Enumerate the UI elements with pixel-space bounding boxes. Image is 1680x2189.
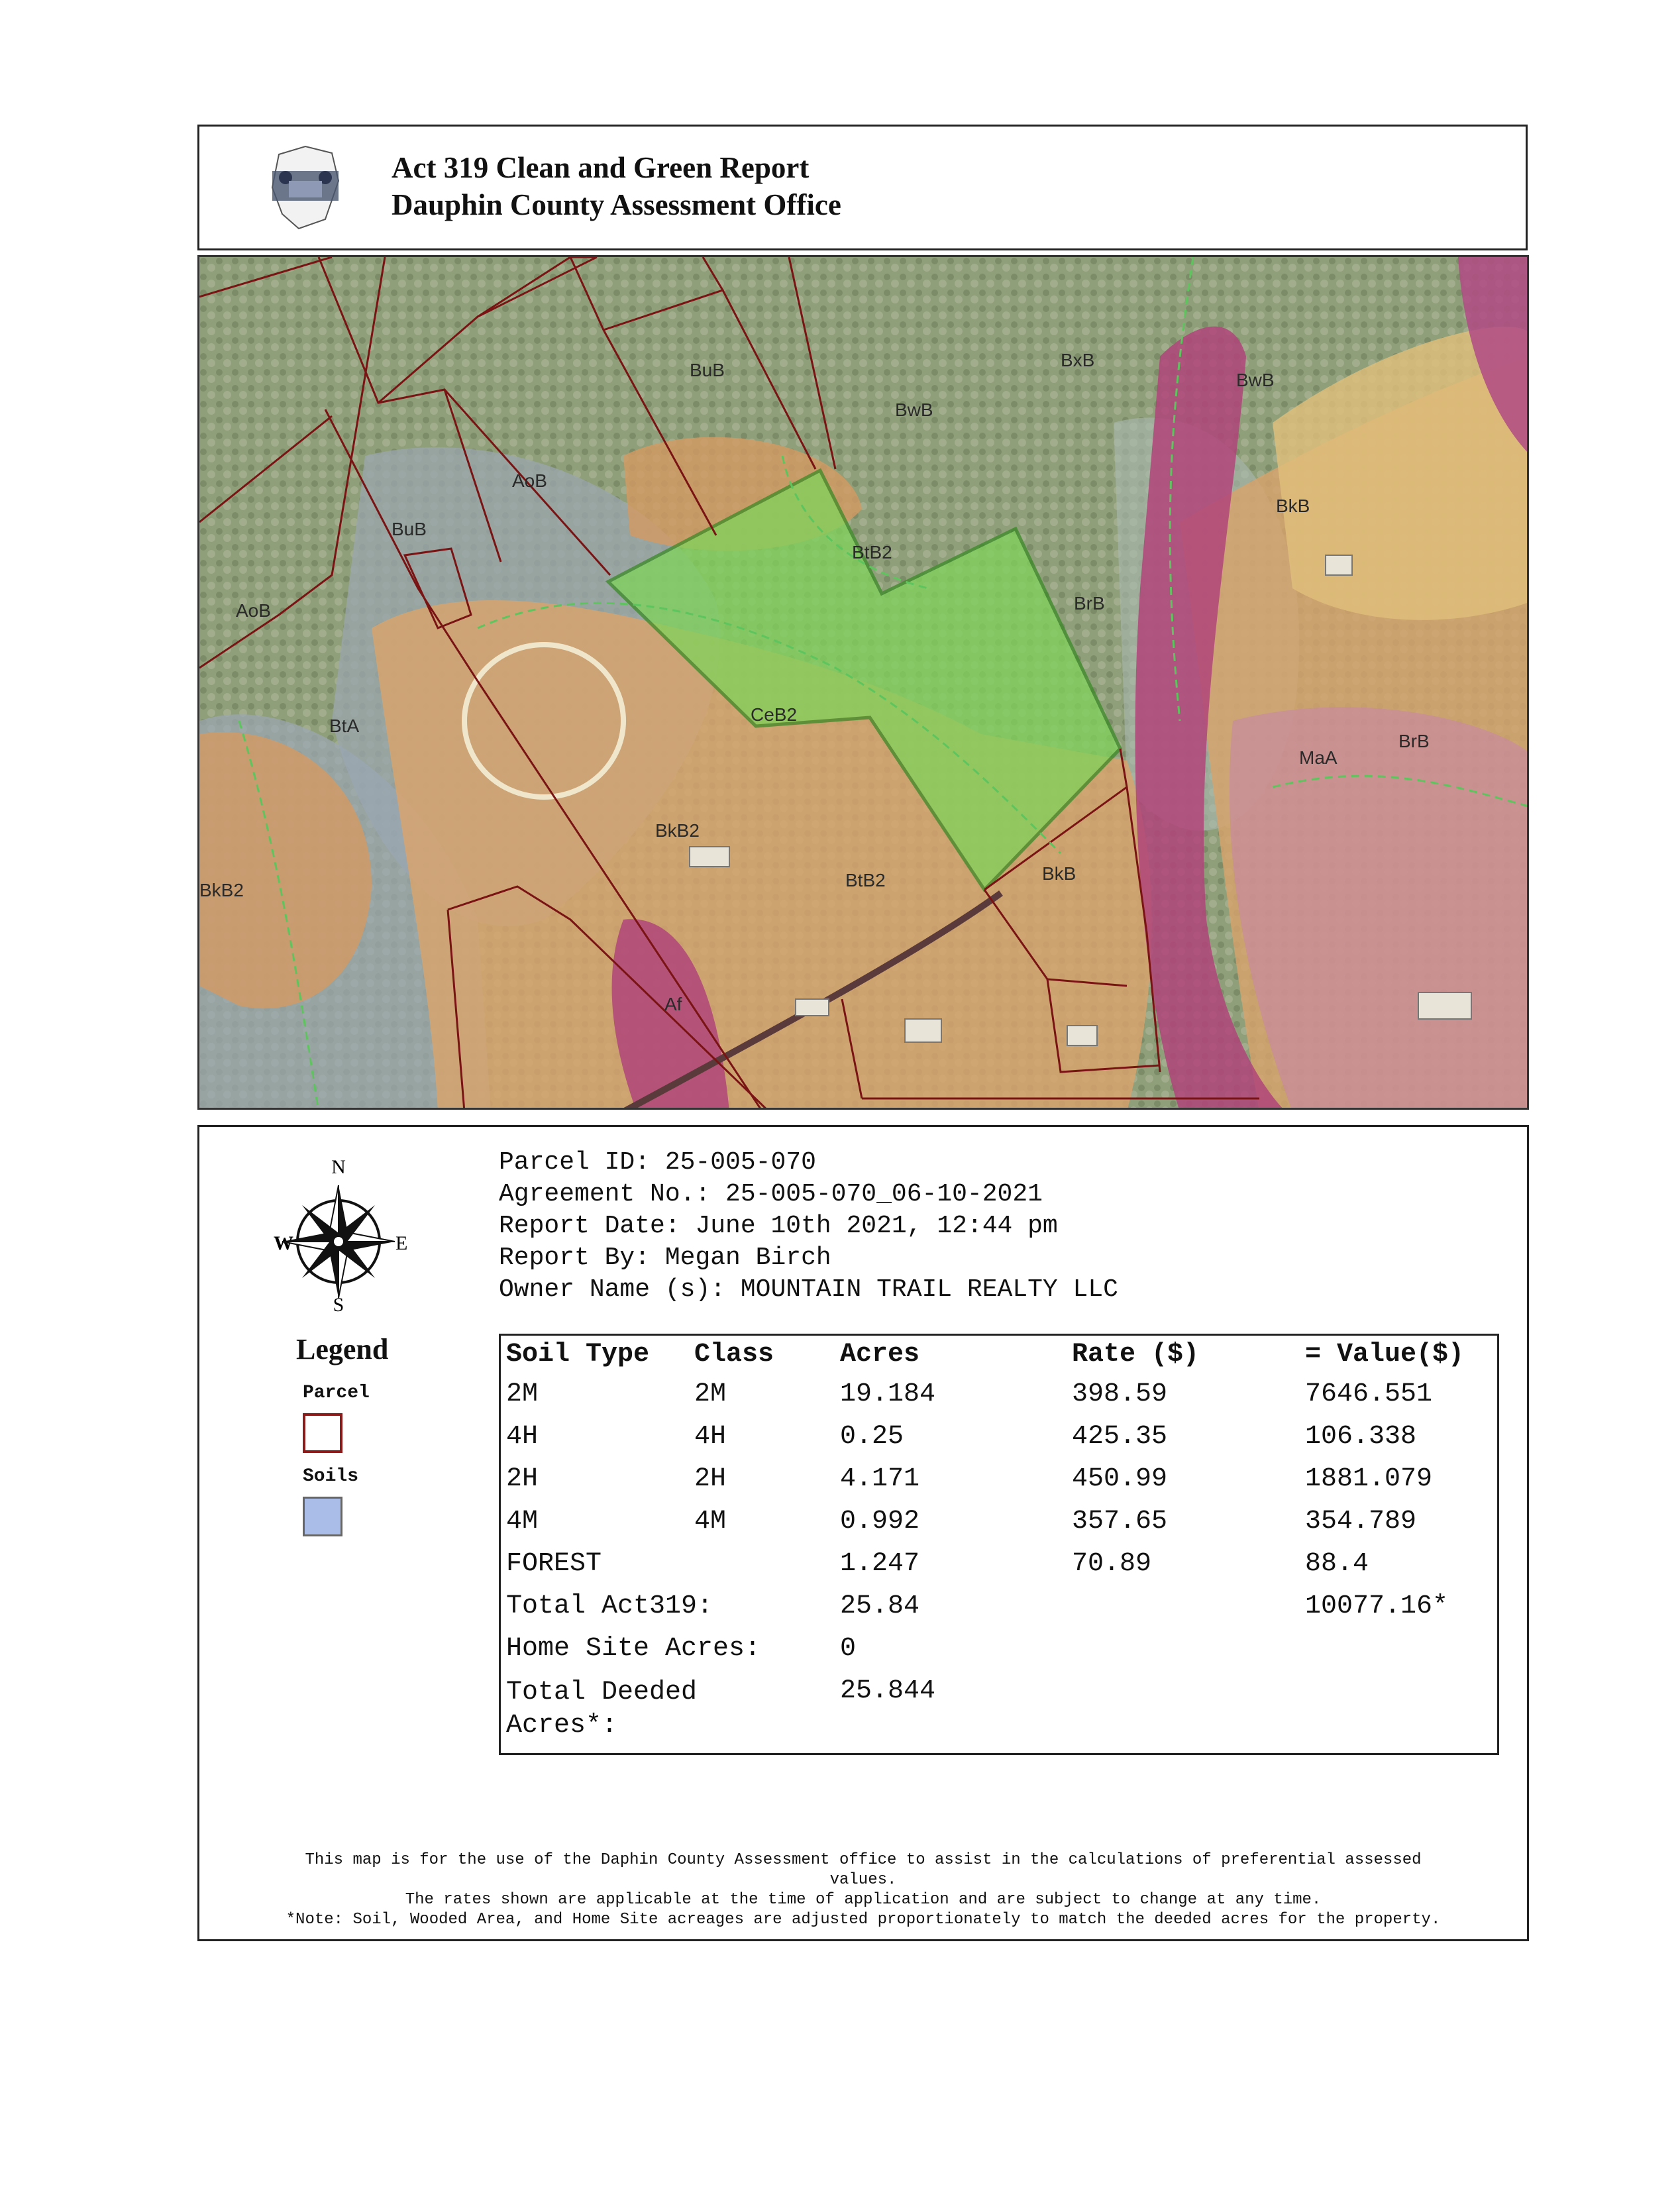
cell: 2M [506, 1379, 539, 1409]
compass-rose-icon: N S W E [274, 1156, 407, 1312]
soil-label: BkB [1276, 496, 1310, 516]
soil-label: BuB [690, 360, 725, 380]
cell: 4H [506, 1422, 539, 1452]
soil-label: BkB [1042, 863, 1076, 884]
soil-label: BtB2 [845, 870, 886, 890]
deeded-label-line1: Total Deeded [506, 1678, 698, 1707]
home-site-acres: 0 [840, 1634, 857, 1664]
cell: FOREST [506, 1549, 602, 1579]
cell: 2M [694, 1379, 727, 1409]
soil-label: AoB [236, 600, 271, 621]
cell: 4H [694, 1422, 727, 1452]
legend-parcel-label: Parcel [303, 1383, 370, 1403]
parcel-id: Parcel ID: 25-005-070 [499, 1148, 816, 1177]
deeded-acres: 25.844 [840, 1676, 936, 1706]
cell: 357.65 [1072, 1507, 1168, 1536]
cell: 1.247 [840, 1549, 920, 1579]
table-row: 4H 4H 0.25 425.35 106.338 [501, 1422, 1492, 1464]
soil-label: Af [664, 994, 682, 1014]
footer-line: values. [829, 1871, 897, 1889]
table-row: 2M 2M 19.184 398.59 7646.551 [501, 1379, 1492, 1422]
cell: 398.59 [1072, 1379, 1168, 1409]
cell: 2H [506, 1464, 539, 1494]
soil-label: BuB [392, 519, 427, 539]
report-title: Act 319 Clean and Green Report [392, 151, 810, 184]
report-by: Report By: Megan Birch [499, 1244, 831, 1272]
soil-label: BkB2 [199, 880, 244, 900]
soil-label: BtA [329, 716, 360, 736]
footer-line: This map is for the use of the Daphin Co… [305, 1851, 1422, 1869]
total-acres: 25.84 [840, 1591, 920, 1621]
col-header: Acres [840, 1340, 920, 1369]
total-value: 10077.16* [1305, 1591, 1449, 1621]
soil-label: BrB [1398, 731, 1430, 751]
total-label: Total Act319: [506, 1591, 713, 1621]
cell: 4M [694, 1507, 727, 1536]
soil-label: BxB [1061, 350, 1095, 370]
soil-label: BtB2 [852, 542, 892, 562]
col-header: Rate ($) [1072, 1340, 1200, 1369]
cell: 425.35 [1072, 1422, 1168, 1452]
cell: 354.789 [1305, 1507, 1417, 1536]
deeded-label: Total Deeded Acres*: [501, 1676, 835, 1742]
report-date: Report Date: June 10th 2021, 12:44 pm [499, 1212, 1058, 1240]
soil-label: BrB [1074, 593, 1105, 614]
soil-label: AoB [512, 470, 547, 491]
table-row: FOREST 1.247 70.89 88.4 [501, 1549, 1492, 1591]
soil-label: BkB2 [655, 820, 700, 841]
report-header: Act 319 Clean and Green Report Dauphin C… [197, 125, 1528, 250]
cell: 450.99 [1072, 1464, 1168, 1494]
table-row: 4M 4M 0.992 357.65 354.789 [501, 1507, 1492, 1549]
cell: 70.89 [1072, 1549, 1152, 1579]
cell: 1881.079 [1305, 1464, 1433, 1494]
cell: 106.338 [1305, 1422, 1417, 1452]
compass-north: N [331, 1156, 346, 1178]
cell: 4.171 [840, 1464, 920, 1494]
soil-label: MaA [1299, 747, 1338, 768]
soil-label: BwB [895, 400, 933, 420]
soil-valuation-table: Soil Type Class Acres Rate ($) = Value($… [499, 1334, 1499, 1755]
col-header: Soil Type [506, 1340, 650, 1369]
cell: 19.184 [840, 1379, 936, 1409]
table-row: 2H 2H 4.171 450.99 1881.079 [501, 1464, 1492, 1507]
col-header: Class [694, 1340, 774, 1369]
parcel-map[interactable]: BuB BxB BwB BwB AoB BuB BtB2 BkB AoB BrB… [197, 255, 1529, 1110]
deeded-row: Total Deeded Acres*: 25.844 [501, 1676, 1492, 1742]
cell [689, 1549, 835, 1591]
table-header-row: Soil Type Class Acres Rate ($) = Value($… [501, 1336, 1492, 1379]
cell: 0.992 [840, 1507, 920, 1536]
cell: 0.25 [840, 1422, 904, 1452]
office-name: Dauphin County Assessment Office [392, 188, 841, 221]
report-info-panel: N S W E Parcel ID: 25-005-070 Agreement … [197, 1125, 1529, 1941]
cell: 88.4 [1305, 1549, 1369, 1579]
map-canvas [199, 257, 1527, 1108]
cell: 7646.551 [1305, 1379, 1433, 1409]
total-row: Total Act319: 25.84 10077.16* [501, 1591, 1492, 1634]
legend-title: Legend [296, 1333, 389, 1365]
cell: 2H [694, 1464, 727, 1494]
owner-name: Owner Name (s): MOUNTAIN TRAIL REALTY LL… [499, 1275, 1118, 1304]
footer-line: The rates shown are applicable at the ti… [405, 1891, 1322, 1909]
footer-note: *Note: Soil, Wooded Area, and Home Site … [286, 1911, 1441, 1929]
home-site-row: Home Site Acres: 0 [501, 1634, 1492, 1676]
legend-soils-label: Soils [303, 1466, 359, 1487]
footer-disclaimer: This map is for the use of the Daphin Co… [199, 1850, 1527, 1930]
county-seal-logo [271, 145, 340, 230]
legend-soils-swatch [303, 1497, 342, 1536]
soil-zone-pink [1229, 707, 1527, 1108]
cell: 4M [506, 1507, 539, 1536]
soil-label: CeB2 [751, 704, 798, 725]
deeded-label-line2: Acres*: [506, 1711, 618, 1740]
compass-east: E [395, 1232, 407, 1254]
home-site-label: Home Site Acres: [506, 1634, 761, 1664]
soil-label: BwB [1236, 370, 1275, 390]
parcel-metadata: Parcel ID: 25-005-070 Agreement No.: 25-… [499, 1147, 1118, 1306]
legend-parcel-swatch [303, 1413, 342, 1453]
agreement-number: Agreement No.: 25-005-070_06-10-2021 [499, 1180, 1043, 1208]
col-header: = Value($) [1305, 1340, 1465, 1369]
